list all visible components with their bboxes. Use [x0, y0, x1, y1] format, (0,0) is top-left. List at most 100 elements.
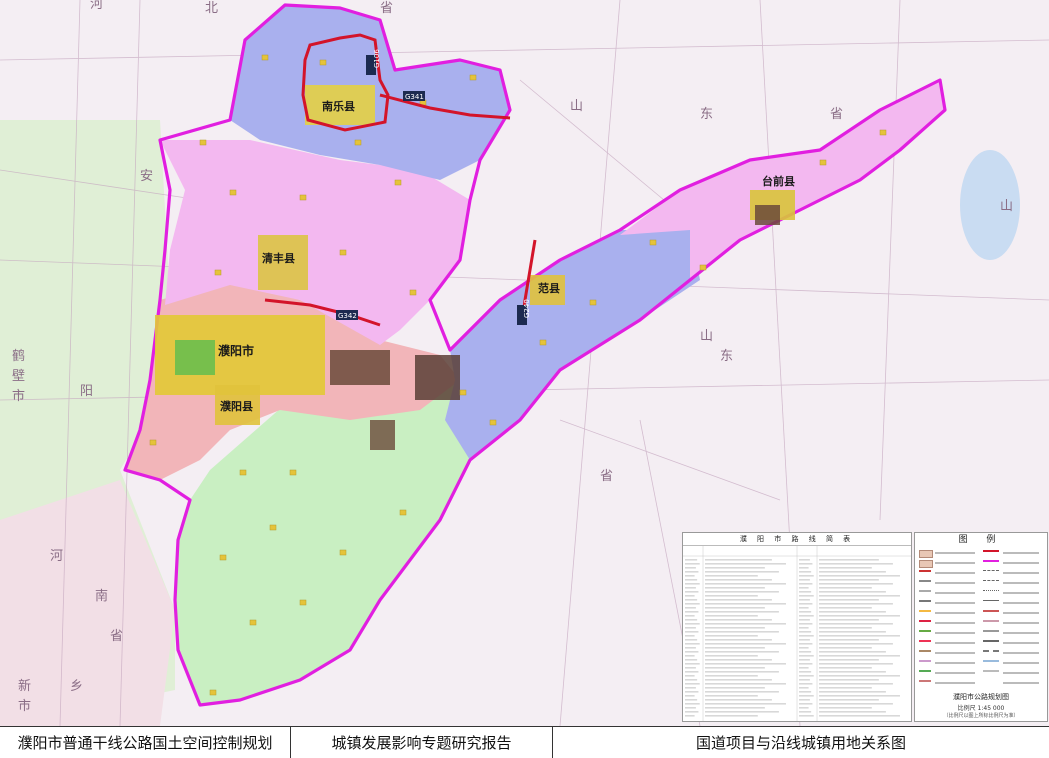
table-row-line — [799, 603, 813, 605]
road-summary-table: 濮 阳 市 路 线 简 表 — [682, 532, 912, 722]
table-row-line — [705, 579, 772, 581]
label-henan3: 省 — [110, 629, 123, 644]
label-east-shan: 山 — [700, 329, 713, 344]
table-row-line — [685, 583, 700, 585]
table-row-line — [685, 627, 696, 629]
table-row-line — [705, 711, 779, 713]
table-row-line — [705, 715, 758, 717]
table-row-line — [685, 631, 699, 633]
table-row-line — [685, 647, 696, 649]
table-row-line — [799, 659, 810, 661]
label-hebi3: 市 — [12, 388, 25, 404]
table-row-line — [819, 607, 872, 609]
legend-note: （比例尺以图上所标比例尺为准） — [943, 713, 1019, 719]
table-row-line — [685, 639, 698, 641]
table-row-line — [685, 695, 695, 697]
table-row-line — [685, 711, 699, 713]
legend-row — [919, 669, 1045, 677]
table-row-line — [685, 671, 699, 673]
road-shield-g240: G240 — [523, 299, 531, 318]
table-row-line — [799, 663, 813, 665]
table-row-line — [685, 607, 696, 609]
table-row-line — [819, 559, 879, 561]
table-row-line — [819, 639, 879, 641]
legend-row — [919, 629, 1045, 637]
table-row-line — [819, 675, 900, 677]
label-east-dong: 东 — [720, 349, 733, 364]
banner-project-title: 濮阳市普通干线公路国土空间控制规划 — [17, 734, 273, 752]
road-table-body — [683, 546, 911, 721]
table-row-line — [799, 615, 814, 617]
table-row-line — [819, 579, 879, 581]
table-row-line — [799, 575, 814, 577]
table-row-line — [799, 567, 809, 569]
table-row-line — [705, 587, 765, 589]
label-anyang2: 阳 — [80, 384, 93, 399]
industrial-zone-1 — [330, 350, 390, 385]
table-row-line — [685, 599, 698, 601]
urban-park — [175, 340, 215, 375]
road-shield-g341: G341 — [405, 93, 424, 101]
table-row-line — [799, 683, 813, 685]
table-row-line — [685, 635, 695, 637]
table-row-line — [705, 651, 779, 653]
table-row-line — [705, 707, 765, 709]
table-row-line — [685, 595, 695, 597]
table-row-line — [799, 695, 814, 697]
table-row-line — [819, 623, 893, 625]
label-xinxiang3: 市 — [18, 698, 31, 714]
table-row-line — [799, 715, 814, 717]
table-row-line — [819, 707, 872, 709]
road-shield-g342: G342 — [338, 312, 357, 320]
legend-title: 图 例 — [958, 535, 1004, 545]
industrial-taiqian — [755, 205, 780, 225]
label-shandong1: 山 — [570, 99, 583, 114]
table-row-line — [799, 627, 809, 629]
table-row-line — [705, 615, 758, 617]
table-row-line — [685, 703, 700, 705]
table-row-line — [705, 559, 772, 561]
table-row-line — [799, 607, 809, 609]
table-row-line — [705, 639, 772, 641]
table-row-line — [819, 651, 886, 653]
table-row-line — [819, 631, 886, 633]
table-row-line — [819, 647, 872, 649]
table-row-line — [705, 703, 786, 705]
table-row-line — [799, 571, 812, 573]
table-row-line — [685, 687, 696, 689]
label-north2: 北 — [205, 1, 218, 16]
industrial-zone-3 — [370, 420, 395, 450]
table-row-line — [819, 567, 872, 569]
table-row-line — [819, 587, 872, 589]
table-row-line — [685, 663, 700, 665]
table-row-line — [705, 667, 765, 669]
table-row-line — [819, 563, 893, 565]
table-row-line — [799, 675, 814, 677]
table-row-line — [799, 591, 812, 593]
table-row-line — [819, 611, 886, 613]
table-row-line — [799, 643, 813, 645]
table-row-line — [799, 647, 809, 649]
table-row-line — [705, 583, 786, 585]
label-xinxiang: 新 — [18, 678, 31, 694]
table-row-line — [685, 707, 696, 709]
city-label-nanle: 南乐县 — [322, 99, 355, 113]
legend-row — [919, 569, 1045, 577]
table-row-line — [819, 679, 879, 681]
table-row-line — [705, 567, 765, 569]
table-row-line — [705, 655, 758, 657]
table-row-line — [819, 711, 886, 713]
city-label-qingfeng: 清丰县 — [262, 251, 295, 265]
map-viewport: G341 G106 G342 G240 河 北 省 山 东 省 山 山 东 省 … — [0, 0, 1049, 758]
legend-row — [919, 599, 1045, 607]
table-row-line — [799, 579, 810, 581]
table-row-line — [705, 687, 765, 689]
table-row-line — [799, 691, 812, 693]
table-row-line — [705, 603, 786, 605]
table-row-line — [819, 599, 879, 601]
table-row-line — [685, 655, 695, 657]
table-row-line — [819, 655, 900, 657]
banner-report-title: 城镇发展影响专题研究报告 — [290, 727, 552, 758]
legend-row — [919, 619, 1045, 627]
table-row-line — [705, 647, 765, 649]
